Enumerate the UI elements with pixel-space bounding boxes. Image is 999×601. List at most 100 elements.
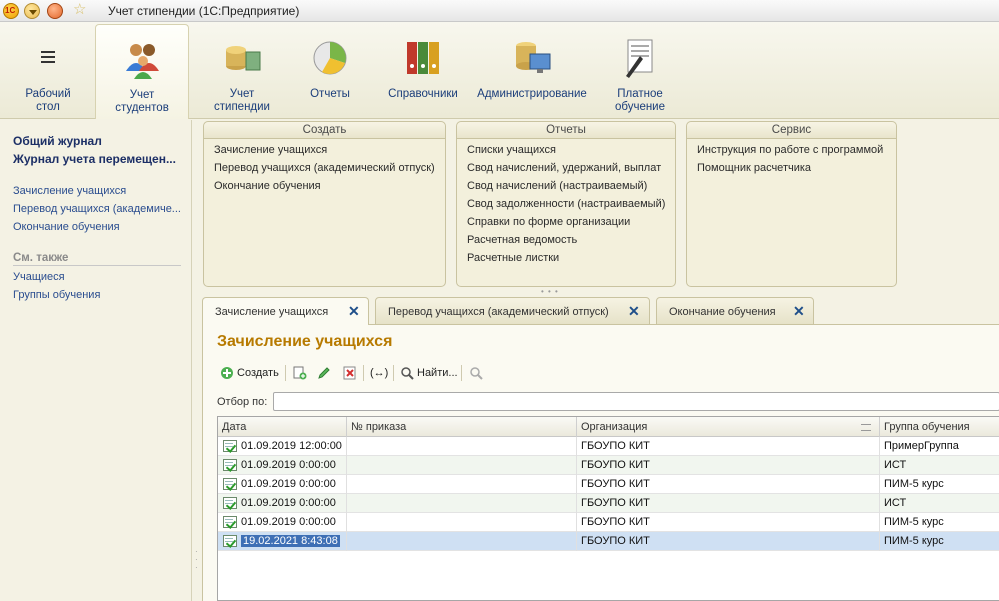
report-link[interactable]: Свод задолженности (настраиваемый) bbox=[467, 198, 665, 210]
create-enrollment-link[interactable]: Зачисление учащихся bbox=[214, 144, 327, 156]
section-directories[interactable]: Справочники bbox=[383, 24, 463, 119]
cell-date: 01.09.2019 0:00:00 bbox=[218, 456, 347, 475]
coins-icon bbox=[222, 38, 262, 78]
service-link[interactable]: Инструкция по работе с программой bbox=[697, 144, 883, 156]
delete-button[interactable] bbox=[343, 363, 360, 383]
service-link[interactable]: Помощник расчетчика bbox=[697, 162, 811, 174]
horizontal-splitter[interactable]: • • • bbox=[541, 287, 559, 296]
filter-field[interactable] bbox=[273, 392, 999, 411]
form-title: Зачисление учащихся bbox=[217, 333, 393, 350]
people-icon bbox=[122, 39, 162, 79]
section-label: Платное bbox=[617, 88, 663, 100]
close-icon[interactable]: ✕ bbox=[628, 303, 640, 319]
nav-enrollment[interactable]: Зачисление учащихся bbox=[13, 185, 183, 197]
search-icon bbox=[400, 366, 414, 380]
section-label: стол bbox=[36, 101, 60, 113]
cell-date: 01.09.2019 12:00:00 bbox=[218, 437, 347, 456]
section-label: Администрирование bbox=[477, 88, 587, 100]
cell-order bbox=[347, 437, 577, 456]
group-reports: Отчеты Списки учащихся Свод начислений, … bbox=[456, 121, 676, 287]
tab-transfer[interactable]: Перевод учащихся (академический отпуск) … bbox=[375, 297, 650, 325]
table-row[interactable]: 01.09.2019 0:00:00 ГБОУПО КИТ ИСТ bbox=[218, 494, 999, 513]
section-stipend[interactable]: Учет стипендии bbox=[199, 24, 285, 119]
column-header-date[interactable]: Дата bbox=[218, 417, 347, 437]
posted-document-icon bbox=[223, 459, 237, 471]
edit-button[interactable] bbox=[317, 363, 334, 383]
cell-order bbox=[347, 513, 577, 532]
table-row[interactable]: 01.09.2019 12:00:00 ГБОУПО КИТ ПримерГру… bbox=[218, 437, 999, 456]
tab-graduation[interactable]: Окончание обучения ✕ bbox=[656, 297, 814, 325]
cell-order bbox=[347, 532, 577, 551]
vertical-splitter[interactable]: · · · bbox=[195, 548, 198, 572]
create-button[interactable]: Создать bbox=[220, 363, 279, 383]
menu-lines-icon bbox=[28, 38, 68, 78]
cell-date: 01.09.2019 0:00:00 bbox=[218, 494, 347, 513]
report-link[interactable]: Расчетные листки bbox=[467, 252, 559, 264]
copy-button[interactable] bbox=[293, 363, 310, 383]
cancel-search-button[interactable] bbox=[469, 363, 486, 383]
table-row[interactable]: 01.09.2019 0:00:00 ГБОУПО КИТ ИСТ bbox=[218, 456, 999, 475]
close-icon[interactable]: ✕ bbox=[793, 303, 805, 319]
nav-movement-journal[interactable]: Журнал учета перемещен... bbox=[13, 152, 183, 166]
column-header-organization[interactable]: Организация bbox=[577, 417, 880, 437]
report-link[interactable]: Свод начислений (настраиваемый) bbox=[467, 180, 647, 192]
left-navigation: Общий журнал Журнал учета перемещен... З… bbox=[0, 120, 192, 601]
binders-icon bbox=[403, 38, 443, 78]
see-also-heading: См. также bbox=[13, 252, 181, 266]
database-monitor-icon bbox=[512, 38, 552, 78]
set-interval-button[interactable]: (↔) bbox=[370, 363, 388, 383]
tab-enrollment[interactable]: Зачисление учащихся ✕ bbox=[202, 297, 369, 326]
table-header: Дата № приказа Организация Группа обучен… bbox=[218, 417, 999, 437]
favorites-star-icon[interactable]: ☆ bbox=[73, 2, 89, 18]
posted-document-icon bbox=[223, 535, 237, 547]
create-graduation-link[interactable]: Окончание обучения bbox=[214, 180, 321, 192]
report-link[interactable]: Расчетная ведомость bbox=[467, 234, 577, 246]
cell-order bbox=[347, 456, 577, 475]
app-logo-icon[interactable] bbox=[3, 3, 19, 19]
section-reports[interactable]: Отчеты bbox=[295, 24, 365, 119]
enrollment-table: Дата № приказа Организация Группа обучен… bbox=[217, 416, 999, 601]
cell-order bbox=[347, 494, 577, 513]
toolbar-separator bbox=[393, 365, 394, 381]
table-row[interactable]: 01.09.2019 0:00:00 ГБОУПО КИТ ПИМ-5 курс bbox=[218, 513, 999, 532]
posted-document-icon bbox=[223, 440, 237, 452]
create-button-label: Создать bbox=[237, 367, 279, 379]
nav-transfer[interactable]: Перевод учащихся (академиче... bbox=[13, 203, 183, 215]
cell-group: ИСТ bbox=[880, 456, 999, 475]
cell-group: ИСТ bbox=[880, 494, 999, 513]
tab-label: Перевод учащихся (академический отпуск) bbox=[388, 306, 609, 318]
table-row-selected[interactable]: 19.02.2021 8:43:08 ГБОУПО КИТ ПИМ-5 курс bbox=[218, 532, 999, 551]
section-label: Рабочий bbox=[25, 88, 71, 100]
filter-label: Отбор по: bbox=[217, 396, 268, 408]
section-desktop[interactable]: Рабочий стол bbox=[8, 24, 88, 119]
section-students[interactable]: Учет студентов bbox=[95, 24, 189, 119]
section-label: Учет bbox=[229, 88, 255, 100]
nav-study-groups[interactable]: Группы обучения bbox=[13, 289, 183, 301]
add-icon bbox=[220, 366, 234, 380]
report-link[interactable]: Справки по форме организации bbox=[467, 216, 630, 228]
column-header-order[interactable]: № приказа bbox=[347, 417, 577, 437]
posted-document-icon bbox=[223, 478, 237, 490]
nav-general-journal[interactable]: Общий журнал bbox=[13, 134, 183, 148]
nav-students[interactable]: Учащиеся bbox=[13, 271, 183, 283]
cell-organization: ГБОУПО КИТ bbox=[577, 532, 880, 551]
section-label: Отчеты bbox=[310, 88, 350, 100]
cell-group: ПримерГруппа bbox=[880, 437, 999, 456]
cancel-search-icon bbox=[469, 366, 483, 380]
table-row[interactable]: 01.09.2019 0:00:00 ГБОУПО КИТ ПИМ-5 курс bbox=[218, 475, 999, 494]
section-administration[interactable]: Администрирование bbox=[474, 24, 590, 119]
create-transfer-link[interactable]: Перевод учащихся (академический отпуск) bbox=[214, 162, 435, 174]
nav-graduation[interactable]: Окончание обучения bbox=[13, 221, 183, 233]
delete-icon bbox=[343, 366, 357, 380]
find-button-label: Найти... bbox=[417, 367, 458, 379]
find-button[interactable]: Найти... bbox=[400, 363, 458, 383]
report-link[interactable]: Списки учащихся bbox=[467, 144, 556, 156]
record-icon[interactable] bbox=[47, 3, 63, 19]
main-menu-icon[interactable] bbox=[24, 3, 40, 19]
date-value: 19.02.2021 8:43:08 bbox=[241, 535, 340, 547]
cell-date: 19.02.2021 8:43:08 bbox=[218, 532, 347, 551]
section-paid-education[interactable]: Платное обучение bbox=[604, 24, 676, 119]
report-link[interactable]: Свод начислений, удержаний, выплат bbox=[467, 162, 661, 174]
close-icon[interactable]: ✕ bbox=[348, 303, 360, 319]
column-header-group[interactable]: Группа обучения bbox=[880, 417, 999, 437]
